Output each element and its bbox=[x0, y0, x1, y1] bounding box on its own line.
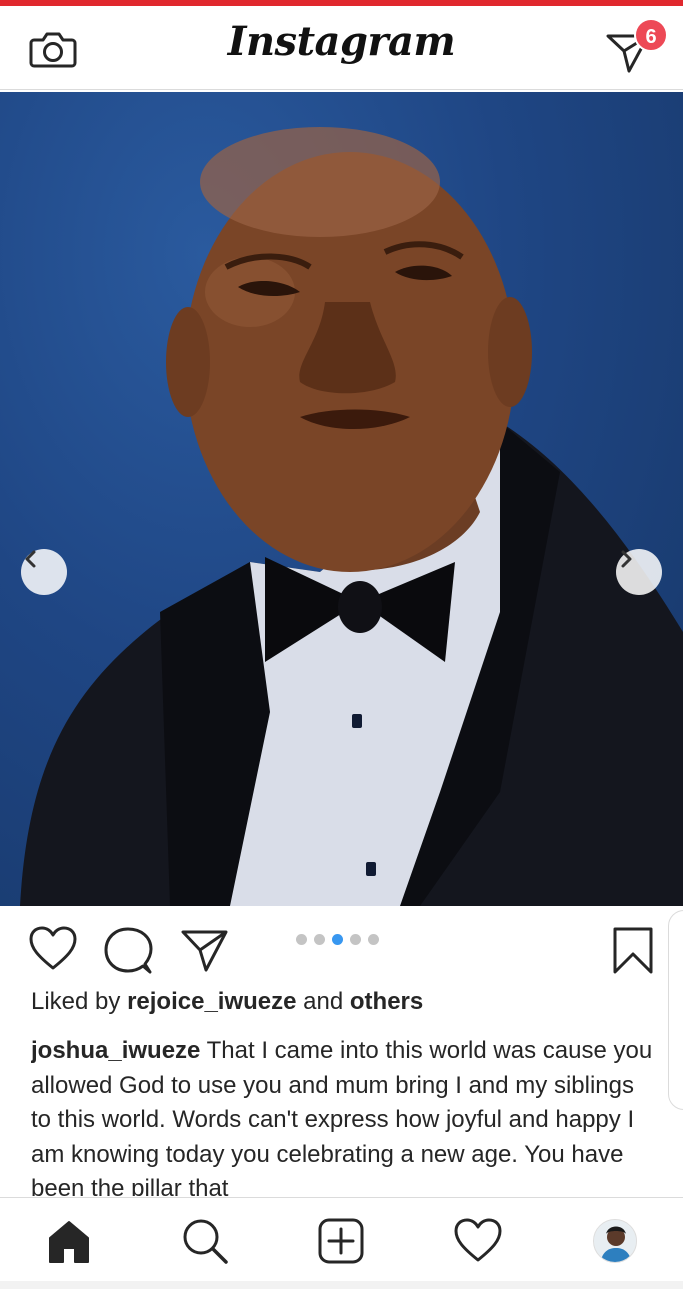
nav-profile-button[interactable] bbox=[590, 1216, 640, 1266]
carousel-next-button[interactable] bbox=[616, 549, 662, 595]
heart-icon bbox=[29, 926, 77, 970]
nav-new-post-button[interactable] bbox=[316, 1216, 366, 1266]
home-icon bbox=[49, 1221, 89, 1263]
carousel-prev-button[interactable] bbox=[21, 549, 67, 595]
side-panel-edge bbox=[668, 910, 683, 1110]
carousel-dot bbox=[368, 934, 379, 945]
direct-badge: 6 bbox=[634, 18, 668, 52]
liked-by-conjunction: and bbox=[303, 988, 344, 1015]
bottom-navigation bbox=[0, 1197, 683, 1281]
search-icon bbox=[183, 1219, 228, 1264]
app-logo: Instagram bbox=[227, 18, 456, 65]
share-button[interactable] bbox=[180, 926, 230, 976]
comment-button[interactable] bbox=[103, 926, 153, 976]
app-header: Instagram 6 bbox=[0, 6, 683, 90]
liked-by-user-link[interactable]: rejoice_iwueze bbox=[127, 988, 296, 1015]
post-photo[interactable] bbox=[0, 92, 683, 906]
portrait-image bbox=[20, 127, 683, 906]
liked-by-others-link[interactable]: others bbox=[350, 988, 423, 1015]
chevron-right-icon bbox=[621, 550, 632, 568]
save-button[interactable] bbox=[608, 926, 658, 976]
carousel-dot bbox=[314, 934, 325, 945]
plus-square-icon bbox=[318, 1218, 364, 1264]
comment-bubble-icon bbox=[104, 927, 153, 974]
carousel-indicator bbox=[296, 934, 379, 946]
paper-plane-icon bbox=[181, 930, 228, 972]
nav-home-button[interactable] bbox=[44, 1216, 94, 1266]
liked-by-prefix: Liked by bbox=[31, 988, 121, 1015]
carousel-dot-active bbox=[332, 934, 343, 945]
screen-bottom-edge bbox=[0, 1281, 683, 1289]
nav-search-button[interactable] bbox=[180, 1216, 230, 1266]
bookmark-icon bbox=[613, 927, 653, 974]
carousel-dot bbox=[350, 934, 361, 945]
avatar bbox=[593, 1219, 637, 1263]
post-caption: joshua_iwueze That I came into this worl… bbox=[31, 1034, 656, 1196]
post-action-bar bbox=[0, 906, 683, 986]
caption-username-link[interactable]: joshua_iwueze bbox=[31, 1037, 200, 1064]
like-button[interactable] bbox=[28, 926, 78, 976]
liked-by-line: Liked by rejoice_iwueze and others bbox=[31, 985, 423, 1019]
nav-activity-button[interactable] bbox=[453, 1216, 503, 1266]
chevron-left-icon bbox=[25, 550, 36, 568]
heart-icon bbox=[454, 1218, 502, 1262]
carousel-dot bbox=[296, 934, 307, 945]
